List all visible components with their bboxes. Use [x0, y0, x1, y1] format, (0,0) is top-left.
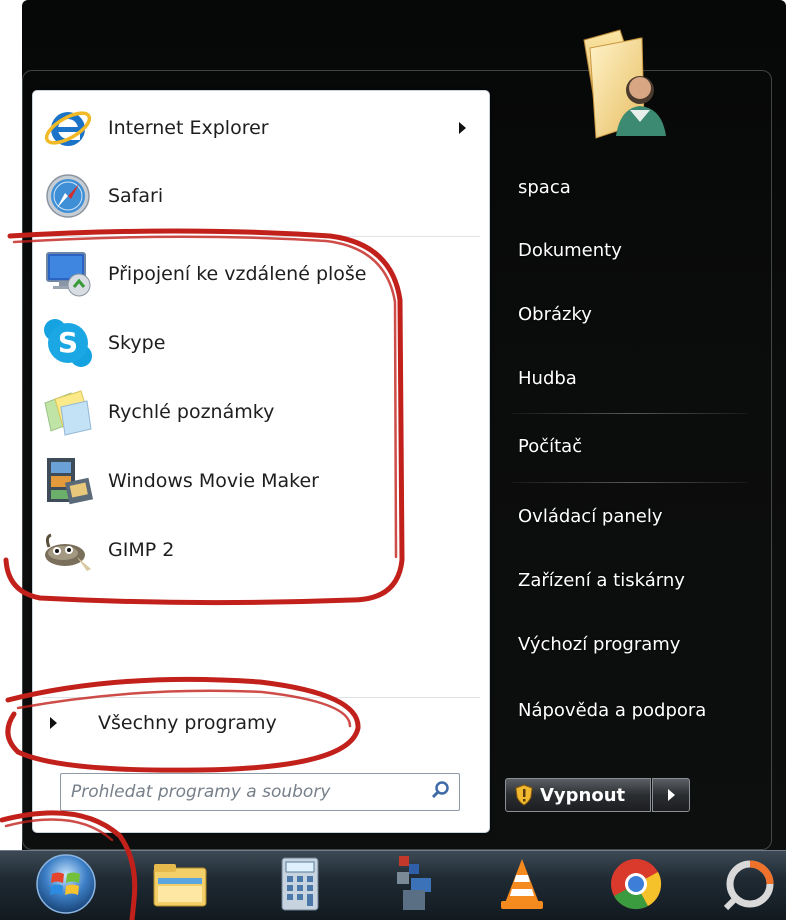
- search-box[interactable]: [60, 773, 460, 811]
- pinned-program-safari[interactable]: Safari: [40, 166, 480, 226]
- shutdown-options-button[interactable]: [652, 778, 690, 812]
- shutdown-button[interactable]: Vypnout: [505, 778, 651, 812]
- taskbar-app[interactable]: [382, 854, 446, 918]
- internet-explorer-icon: [40, 100, 96, 156]
- app-icon: [389, 854, 439, 918]
- program-label: GIMP 2: [108, 539, 175, 561]
- remote-desktop-icon: [40, 246, 96, 302]
- right-item-label: Ovládací panely: [518, 505, 663, 527]
- svg-text:S: S: [58, 326, 78, 359]
- chrome-icon: [608, 856, 664, 916]
- shield-icon: [514, 784, 534, 806]
- right-item-user[interactable]: spaca: [508, 163, 748, 211]
- chevron-right-icon: [667, 789, 675, 801]
- program-label: Rychlé poznámky: [108, 401, 275, 423]
- vlc-icon: [497, 855, 547, 917]
- recent-program-movie-maker[interactable]: Windows Movie Maker: [40, 451, 480, 511]
- right-separator: [512, 413, 748, 414]
- all-programs-button[interactable]: Všechny programy: [40, 700, 480, 746]
- user-name: spaca: [518, 176, 571, 198]
- app-icon: [722, 856, 778, 916]
- movie-maker-icon: [40, 453, 96, 509]
- shutdown-label: Vypnout: [540, 784, 626, 806]
- right-item-label: Zařízení a tiskárny: [518, 569, 685, 591]
- search-icon[interactable]: [431, 780, 451, 804]
- taskbar-vlc[interactable]: [490, 854, 554, 918]
- right-item-computer[interactable]: Počítač: [508, 422, 748, 470]
- right-item-label: Dokumenty: [518, 239, 622, 261]
- search-input[interactable]: [71, 782, 411, 802]
- expand-arrow-icon: [50, 717, 57, 729]
- all-programs-separator: [42, 697, 480, 698]
- right-item-label: Výchozí programy: [518, 633, 681, 655]
- taskbar-app[interactable]: [718, 854, 782, 918]
- program-label: Windows Movie Maker: [108, 470, 319, 492]
- taskbar-windows-explorer[interactable]: [148, 854, 212, 918]
- recent-program-gimp[interactable]: GIMP 2: [40, 520, 480, 580]
- program-label: Skype: [108, 332, 166, 354]
- right-item-devices-printers[interactable]: Zařízení a tiskárny: [508, 556, 748, 604]
- program-label: Internet Explorer: [108, 117, 269, 139]
- start-orb-icon: [34, 852, 98, 920]
- calculator-icon: [278, 856, 322, 916]
- right-item-label: Nápověda a podpora: [518, 699, 707, 721]
- pinned-program-internet-explorer[interactable]: Internet Explorer: [40, 98, 480, 158]
- gimp-icon: [40, 522, 96, 578]
- user-picture[interactable]: [580, 18, 672, 142]
- windows-explorer-icon: [150, 856, 210, 916]
- right-item-label: Obrázky: [518, 303, 592, 325]
- right-item-help-support[interactable]: Nápověda a podpora: [508, 686, 748, 734]
- program-label: Připojení ke vzdálené ploše: [108, 263, 367, 285]
- right-separator: [512, 482, 748, 483]
- right-item-control-panel[interactable]: Ovládací panely: [508, 492, 748, 540]
- safari-icon: [40, 168, 96, 224]
- sticky-notes-icon: [40, 384, 96, 440]
- right-item-label: Hudba: [518, 367, 577, 389]
- skype-icon: S: [40, 315, 96, 371]
- submenu-arrow-icon[interactable]: [459, 122, 466, 134]
- recent-program-skype[interactable]: S Skype: [40, 313, 480, 373]
- right-item-pictures[interactable]: Obrázky: [508, 290, 748, 338]
- screen: Internet Explorer Safari Připojení ke vz…: [0, 0, 786, 920]
- recent-program-remote-desktop[interactable]: Připojení ke vzdálené ploše: [40, 244, 480, 304]
- start-button[interactable]: [34, 854, 98, 918]
- right-item-documents[interactable]: Dokumenty: [508, 226, 748, 274]
- taskbar-calculator[interactable]: [268, 854, 332, 918]
- all-programs-label: Všechny programy: [98, 712, 277, 734]
- right-item-label: Počítač: [518, 435, 583, 457]
- pinned-separator: [42, 236, 480, 237]
- right-item-music[interactable]: Hudba: [508, 354, 748, 402]
- right-item-default-programs[interactable]: Výchozí programy: [508, 620, 748, 668]
- taskbar-chrome[interactable]: [604, 854, 668, 918]
- recent-program-sticky-notes[interactable]: Rychlé poznámky: [40, 382, 480, 442]
- user-folder-icon: [583, 29, 666, 139]
- program-label: Safari: [108, 185, 164, 207]
